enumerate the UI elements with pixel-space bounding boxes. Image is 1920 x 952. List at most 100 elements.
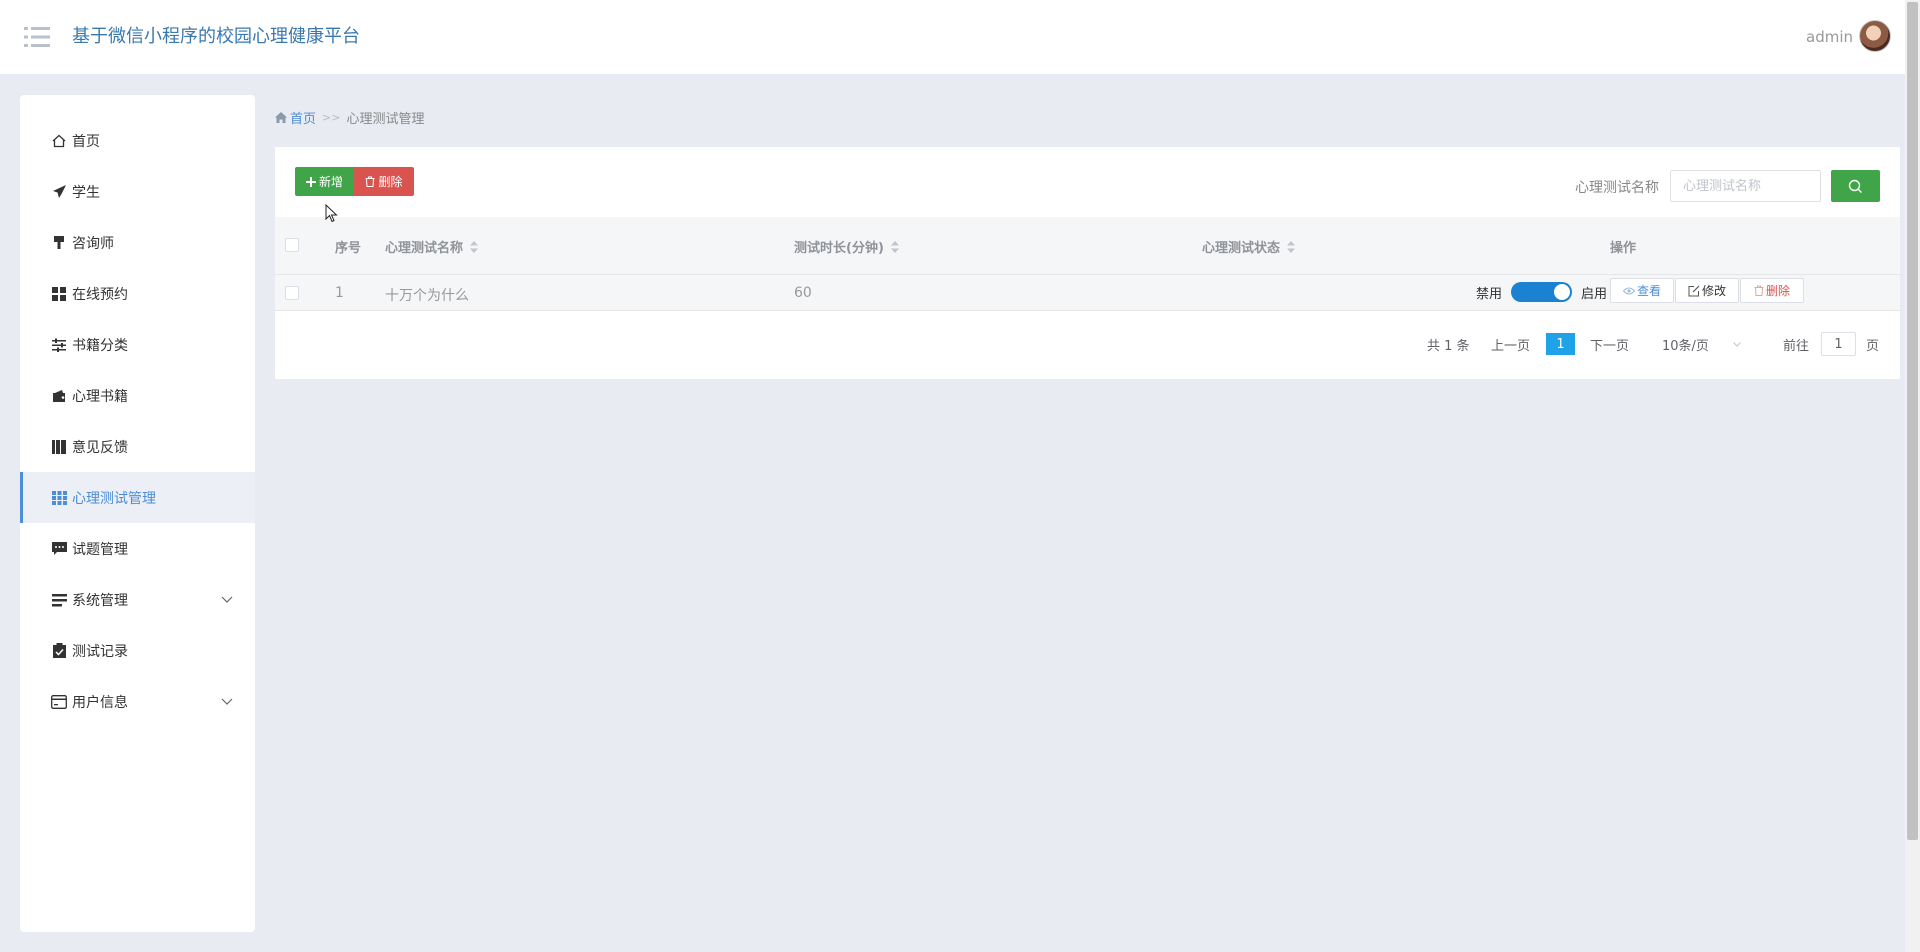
avatar[interactable] xyxy=(1859,20,1891,52)
sidebar-item-psych-books[interactable]: 心理书籍 xyxy=(20,370,255,421)
row-index: 1 xyxy=(335,285,344,301)
sidebar-item-questions[interactable]: 试题管理 xyxy=(20,523,255,574)
list-icon xyxy=(51,592,67,608)
page-size-select[interactable]: 10条/页 xyxy=(1662,333,1742,355)
add-button[interactable]: 新增 xyxy=(295,167,354,196)
hamburger-icon[interactable] xyxy=(24,26,50,48)
card-icon xyxy=(51,694,67,710)
toggle-knob xyxy=(1554,284,1571,300)
edit-icon xyxy=(1688,285,1700,297)
wallet-icon xyxy=(51,388,67,404)
search-input[interactable] xyxy=(1670,170,1821,202)
pagination-next[interactable]: 下一页 xyxy=(1590,333,1629,355)
column-header-label: 序号 xyxy=(335,241,362,256)
row-test-name: 十万个为什么 xyxy=(385,288,469,304)
row-checkbox[interactable] xyxy=(285,286,299,300)
pagination-current-page[interactable]: 1 xyxy=(1546,333,1575,355)
home-icon xyxy=(51,133,67,149)
grid-icon xyxy=(51,286,67,302)
view-button[interactable]: 查看 xyxy=(1610,278,1674,303)
pagination-goto-input[interactable] xyxy=(1821,332,1856,356)
delete-button-label: 删除 xyxy=(378,175,403,189)
view-button-label: 查看 xyxy=(1636,284,1661,298)
column-header-actions: 操作 xyxy=(1610,237,1636,256)
sidebar: 首页 学生 咨询师 在线预约 书籍分类 心理书籍 意见反馈 心理测试管理 试题管… xyxy=(20,95,255,932)
sidebar-item-label: 试题管理 xyxy=(72,541,128,558)
books-icon xyxy=(51,439,67,455)
delete-button[interactable]: 删除 xyxy=(1740,278,1804,303)
pagination-goto-label: 前往 xyxy=(1783,338,1810,354)
column-header-label: 心理测试名称 xyxy=(385,241,464,256)
mouse-cursor-icon xyxy=(325,203,339,224)
column-header-label: 测试时长(分钟) xyxy=(794,241,884,256)
sidebar-item-label: 测试记录 xyxy=(72,643,128,660)
sidebar-item-label: 在线预约 xyxy=(72,286,128,303)
sidebar-item-counselors[interactable]: 咨询师 xyxy=(20,217,255,268)
sidebar-item-system[interactable]: 系统管理 xyxy=(20,574,255,625)
sidebar-item-label: 学生 xyxy=(72,184,100,201)
sort-icon[interactable] xyxy=(470,240,479,253)
breadcrumb-home-label: 首页 xyxy=(290,111,317,127)
search-button[interactable] xyxy=(1831,170,1880,202)
batch-delete-button[interactable]: 删除 xyxy=(354,167,414,196)
paper-plane-icon xyxy=(51,184,67,200)
trash-icon xyxy=(1754,285,1764,296)
table-grid-icon xyxy=(51,490,67,506)
sort-icon[interactable] xyxy=(890,240,899,253)
column-header-duration[interactable]: 测试时长(分钟) xyxy=(794,237,899,256)
column-header-status[interactable]: 心理测试状态 xyxy=(1202,237,1296,256)
pagination-page-suffix: 页 xyxy=(1866,338,1880,354)
column-header-name[interactable]: 心理测试名称 xyxy=(385,237,479,256)
table-row: 1 十万个为什么 60 禁用 启用 查看 修改 删除 xyxy=(275,275,1900,311)
delete-button-label: 删除 xyxy=(1765,284,1790,298)
add-button-label: 新增 xyxy=(318,175,343,189)
sidebar-item-test-records[interactable]: 测试记录 xyxy=(20,625,255,676)
sidebar-item-label: 用户信息 xyxy=(72,694,128,711)
status-toggle[interactable] xyxy=(1511,282,1573,302)
top-header: 基于微信小程序的校园心理健康平台 admin xyxy=(0,0,1920,74)
app-title: 基于微信小程序的校园心理健康平台 xyxy=(72,26,360,47)
row-duration: 60 xyxy=(794,285,812,301)
sidebar-item-label: 心理书籍 xyxy=(72,388,128,405)
sidebar-item-feedback[interactable]: 意见反馈 xyxy=(20,421,255,472)
comment-icon xyxy=(51,541,67,557)
username[interactable]: admin xyxy=(1806,27,1853,47)
pagination-total: 共 1 条 xyxy=(1427,338,1470,354)
sidebar-item-label: 意见反馈 xyxy=(72,439,128,456)
breadcrumb-current: 心理测试管理 xyxy=(346,111,425,127)
sidebar-item-book-categories[interactable]: 书籍分类 xyxy=(20,319,255,370)
chevron-down-icon xyxy=(1732,339,1742,349)
sidebar-item-appointments[interactable]: 在线预约 xyxy=(20,268,255,319)
sidebar-item-label: 心理测试管理 xyxy=(72,490,156,507)
column-header-label: 心理测试状态 xyxy=(1202,241,1281,256)
select-all-checkbox[interactable] xyxy=(285,238,299,252)
breadcrumb-separator: >> xyxy=(322,110,341,124)
scrollbar-thumb[interactable] xyxy=(1907,2,1918,840)
chevron-down-icon[interactable] xyxy=(220,694,234,708)
breadcrumb: 首页 >> 心理测试管理 xyxy=(275,108,425,127)
sidebar-item-home[interactable]: 首页 xyxy=(20,115,255,166)
sidebar-item-psych-tests[interactable]: 心理测试管理 xyxy=(20,472,255,523)
trash-icon xyxy=(365,176,375,187)
column-header-index: 序号 xyxy=(335,237,361,256)
pagination-prev[interactable]: 上一页 xyxy=(1491,333,1530,355)
breadcrumb-home[interactable]: 首页 xyxy=(275,108,316,127)
sliders-icon xyxy=(51,337,67,353)
switch-on-label: 启用 xyxy=(1581,286,1608,302)
edit-button-label: 修改 xyxy=(1701,284,1726,298)
sidebar-item-students[interactable]: 学生 xyxy=(20,166,255,217)
table-header: 序号 心理测试名称 测试时长(分钟) 心理测试状态 操作 xyxy=(275,217,1900,275)
sidebar-item-label: 系统管理 xyxy=(72,592,128,609)
sidebar-item-label: 首页 xyxy=(72,133,100,150)
home-icon xyxy=(275,111,287,123)
sidebar-item-label: 书籍分类 xyxy=(72,337,128,354)
page-size-value: 10条/页 xyxy=(1662,338,1709,354)
sidebar-item-user-info[interactable]: 用户信息 xyxy=(20,676,255,727)
edit-button[interactable]: 修改 xyxy=(1675,278,1739,303)
chevron-down-icon[interactable] xyxy=(220,592,234,606)
search-icon xyxy=(1848,179,1863,194)
search-label: 心理测试名称 xyxy=(1575,180,1659,196)
status-switch-group: 禁用 启用 xyxy=(1476,282,1607,302)
sort-icon[interactable] xyxy=(1287,240,1296,253)
plus-icon xyxy=(305,176,316,187)
